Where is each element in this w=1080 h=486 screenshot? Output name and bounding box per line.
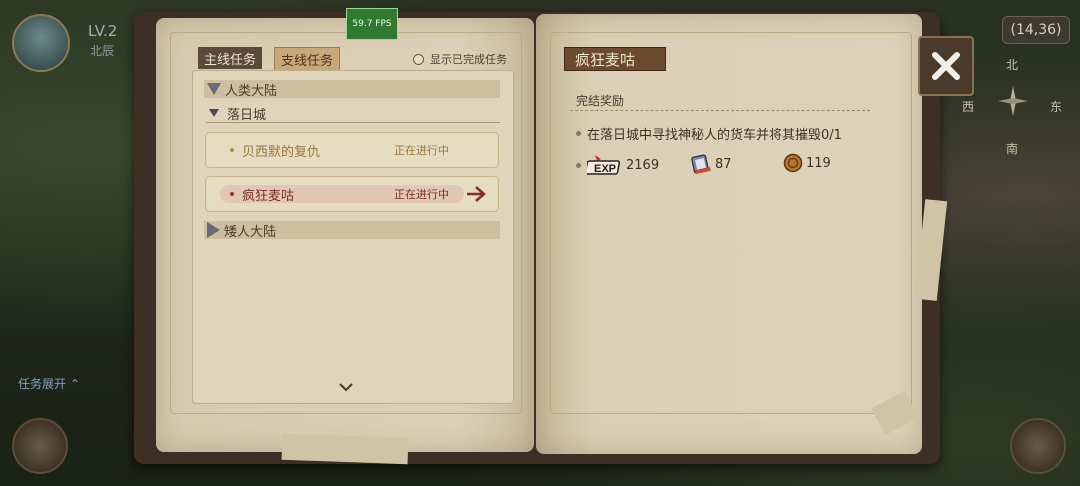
exp-icon: EXP <box>587 155 621 175</box>
quest-status: 正在进行中 <box>394 144 449 157</box>
player-avatar[interactable] <box>12 14 70 72</box>
exp-icon-label: EXP <box>594 163 616 175</box>
reward-heading: 完结奖励 <box>576 94 625 108</box>
region-human-continent[interactable]: 人类大陆 <box>204 80 500 99</box>
player-level: LV.2 <box>88 22 118 40</box>
quest-bullet-icon <box>230 148 234 152</box>
quest-item-bessemer-revenge[interactable]: 贝西默的复仇 正在进行中 <box>205 132 499 168</box>
map-coordinates: (14,36) <box>1002 16 1070 44</box>
expanded-triangle-icon <box>207 83 221 95</box>
close-button[interactable] <box>918 36 974 96</box>
player-location: 北辰 <box>90 44 115 58</box>
show-completed-toggle[interactable]: 显示已完成任务 <box>413 51 507 67</box>
show-completed-label: 显示已完成任务 <box>430 53 507 66</box>
reward-value: 87 <box>715 156 732 172</box>
city-label: 落日城 <box>227 107 267 123</box>
coin-icon <box>783 153 803 173</box>
reward-value: 2169 <box>626 157 660 173</box>
right-page-border <box>550 32 912 414</box>
compass-north: 北 <box>1006 58 1019 72</box>
quest-objective: 在落日城中寻找神秘人的货车并将其摧毁0/1 <box>576 124 842 143</box>
reward-book: 87 <box>690 153 732 175</box>
tasks-expand-label: 任务展开 <box>18 377 67 391</box>
compass-south: 南 <box>1006 142 1019 156</box>
compass-west: 西 <box>962 100 975 114</box>
book-icon <box>691 154 711 175</box>
quest-name: 贝西默的复仇 <box>242 144 321 160</box>
reward-value: 119 <box>806 155 831 171</box>
tasks-expand-toggle[interactable]: 任务展开 ⌃ <box>18 375 80 392</box>
objective-text: 在落日城中寻找神秘人的货车并将其摧毁0/1 <box>587 128 842 143</box>
region-label: 人类大陆 <box>225 83 278 99</box>
quest-name: 疯狂麦咕 <box>242 188 295 204</box>
reward-exp: EXP 2169 <box>576 153 659 177</box>
quest-item-crazy-magu[interactable]: 疯狂麦咕 正在进行中 <box>205 176 499 212</box>
reward-coin: 119 <box>783 153 831 173</box>
tab-side-quests[interactable]: 支线任务 <box>274 47 341 71</box>
torn-paper-decoration <box>281 433 409 465</box>
house-button[interactable] <box>1010 418 1066 474</box>
collapsed-triangle-icon <box>207 222 220 238</box>
bullet-icon <box>576 162 581 168</box>
pet-button[interactable] <box>12 418 68 474</box>
quest-bullet-icon <box>230 192 234 196</box>
fps-counter: 59.7 FPS <box>346 8 398 40</box>
tab-main-quests[interactable]: 主线任务 <box>198 47 263 69</box>
compass-rose-icon <box>998 86 1028 116</box>
city-sunset-city[interactable]: 落日城 <box>206 104 500 123</box>
arrow-right-icon <box>467 186 486 202</box>
expanded-triangle-icon <box>209 109 219 117</box>
quest-detail-title: 疯狂麦咕 <box>564 47 666 71</box>
reward-divider <box>570 110 870 111</box>
chevron-up-icon: ⌃ <box>69 377 80 391</box>
radio-icon <box>413 53 424 65</box>
compass-east: 东 <box>1050 100 1063 114</box>
chevron-down-icon[interactable] <box>338 382 354 392</box>
bullet-icon <box>576 131 581 136</box>
region-label: 矮人大陆 <box>224 224 277 240</box>
region-dwarf-continent[interactable]: 矮人大陆 <box>204 221 500 240</box>
quest-status: 正在进行中 <box>394 188 449 201</box>
close-icon <box>932 52 960 80</box>
